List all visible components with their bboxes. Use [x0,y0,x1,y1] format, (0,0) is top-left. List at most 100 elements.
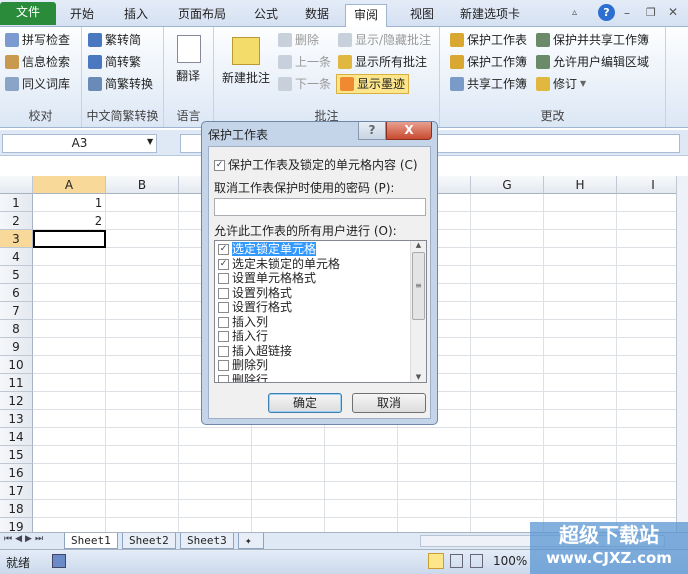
row-header[interactable]: 16 [0,464,33,482]
cell-E19[interactable] [325,518,398,532]
cell-A11[interactable] [33,374,106,392]
ok-button[interactable]: 确定 [268,393,342,413]
cell-G2[interactable] [471,212,544,230]
cell-A8[interactable] [33,320,106,338]
cell-I5[interactable] [617,266,676,284]
column-header[interactable]: H [544,176,617,194]
cell-B16[interactable] [106,464,179,482]
next-comment-button[interactable]: 下一条 [278,74,331,94]
cell-H7[interactable] [544,302,617,320]
cell-B11[interactable] [106,374,179,392]
sheet-tab-2[interactable]: Sheet2 [122,533,176,549]
cell-B7[interactable] [106,302,179,320]
cell-G13[interactable] [471,410,544,428]
cell-I12[interactable] [617,392,676,410]
cell-A1[interactable]: 1 [33,194,106,212]
cell-I2[interactable] [617,212,676,230]
cell-I4[interactable] [617,248,676,266]
delete-comment-button[interactable]: 删除 [278,30,319,50]
cell-D17[interactable] [252,482,325,500]
cell-A4[interactable] [33,248,106,266]
cell-A19[interactable] [33,518,106,532]
permission-option[interactable]: ✓ 选定锁定单元格 [215,242,426,257]
cell-G16[interactable] [471,464,544,482]
cell-A17[interactable] [33,482,106,500]
help-icon[interactable]: ? [598,4,615,21]
cell-B2[interactable] [106,212,179,230]
cell-G17[interactable] [471,482,544,500]
cell-G1[interactable] [471,194,544,212]
scroll-up-icon[interactable]: ▲ [411,241,426,249]
cell-I6[interactable] [617,284,676,302]
cell-G15[interactable] [471,446,544,464]
cell-C15[interactable] [179,446,252,464]
minimize-ribbon-icon[interactable]: ▵ [572,7,577,18]
sheet-tab-3[interactable]: Sheet3 [180,533,234,549]
cell-B1[interactable] [106,194,179,212]
cell-I9[interactable] [617,338,676,356]
cell-I1[interactable] [617,194,676,212]
translate-button[interactable]: 翻译 [176,67,200,84]
cell-A12[interactable] [33,392,106,410]
cell-D18[interactable] [252,500,325,518]
cell-G10[interactable] [471,356,544,374]
row-header[interactable]: 17 [0,482,33,500]
row-header[interactable]: 10 [0,356,33,374]
show-hide-comment-button[interactable]: 显示/隐藏批注 [338,30,431,50]
cell-H10[interactable] [544,356,617,374]
cell-F15[interactable] [398,446,471,464]
cell-H9[interactable] [544,338,617,356]
previous-comment-button[interactable]: 上一条 [278,52,331,72]
cell-H4[interactable] [544,248,617,266]
cell-I7[interactable] [617,302,676,320]
tab-review[interactable]: 审阅 [345,4,388,28]
tab-view[interactable]: 视图 [402,4,442,27]
trad-to-simp-button[interactable]: 繁转简 [88,30,141,50]
cell-C16[interactable] [179,464,252,482]
cell-E15[interactable] [325,446,398,464]
cell-B5[interactable] [106,266,179,284]
permission-option[interactable]: 设置列格式 [215,286,426,301]
row-header[interactable]: 14 [0,428,33,446]
tab-data[interactable]: 数据 [297,4,337,27]
cell-G12[interactable] [471,392,544,410]
tab-formulas[interactable]: 公式 [246,4,286,27]
protect-share-button[interactable]: 保护并共享工作簿 [536,30,649,50]
insert-sheet-icon[interactable]: ✦ [238,533,264,549]
cell-H12[interactable] [544,392,617,410]
cell-I16[interactable] [617,464,676,482]
row-header[interactable]: 8 [0,320,33,338]
cell-H1[interactable] [544,194,617,212]
cell-D16[interactable] [252,464,325,482]
cell-A5[interactable] [33,266,106,284]
cell-D15[interactable] [252,446,325,464]
tab-home[interactable]: 开始 [62,4,102,27]
cell-E16[interactable] [325,464,398,482]
cell-H3[interactable] [544,230,617,248]
normal-view-icon[interactable] [428,553,444,569]
permission-option[interactable]: 删除列 [215,358,426,373]
cell-C18[interactable] [179,500,252,518]
tab-insert[interactable]: 插入 [116,4,156,27]
tab-file[interactable]: 文件 [0,2,56,25]
close-button[interactable]: X [386,122,432,140]
cell-F19[interactable] [398,518,471,532]
cell-E14[interactable] [325,428,398,446]
cell-H11[interactable] [544,374,617,392]
minimize-icon[interactable]: – [624,6,630,20]
cell-A18[interactable] [33,500,106,518]
cell-B4[interactable] [106,248,179,266]
cell-E17[interactable] [325,482,398,500]
protect-checkbox[interactable]: ✓ 保护工作表及锁定的单元格内容 (C) [214,156,418,173]
cell-I8[interactable] [617,320,676,338]
row-header[interactable]: 19 [0,518,33,532]
cell-I10[interactable] [617,356,676,374]
cell-B17[interactable] [106,482,179,500]
cell-B18[interactable] [106,500,179,518]
cell-A15[interactable] [33,446,106,464]
row-header[interactable]: 12 [0,392,33,410]
sheet-tab-1[interactable]: Sheet1 [64,533,118,549]
cell-G9[interactable] [471,338,544,356]
cell-A14[interactable] [33,428,106,446]
cell-G5[interactable] [471,266,544,284]
